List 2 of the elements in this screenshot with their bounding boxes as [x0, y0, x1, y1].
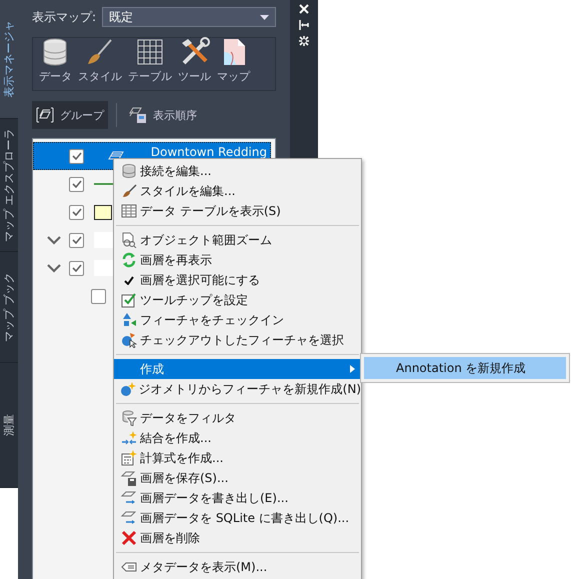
map-label: 表示マップ:: [32, 8, 96, 26]
layer-name: Downtown Redding: [150, 145, 267, 159]
